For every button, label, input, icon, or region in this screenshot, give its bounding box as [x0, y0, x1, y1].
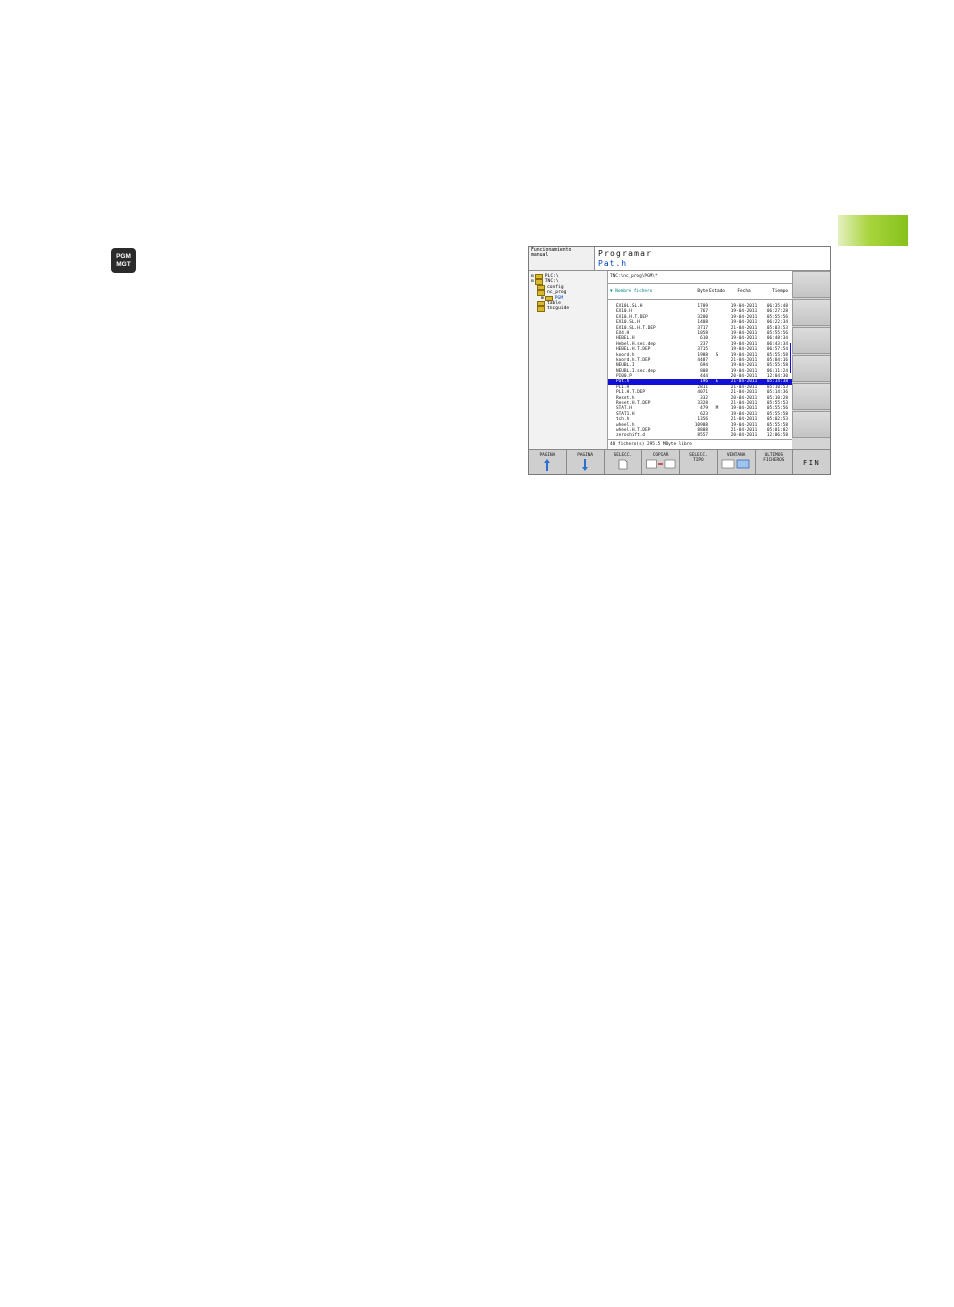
- file-bytes: 8557: [697, 433, 708, 439]
- active-program-file: Pat.h: [598, 259, 628, 268]
- column-bytes-header[interactable]: Byte: [686, 284, 708, 299]
- program-mode-title: Programar: [598, 249, 653, 258]
- softkey-label-2: TIPO: [693, 458, 704, 463]
- directory-tree: ⊟ PLC:\ ⊟ TNC:\ config nc_prog ⊞ PGM table tncgui…: [529, 271, 608, 449]
- softkey-page-up[interactable]: PAGINA: [529, 450, 567, 474]
- softkey-bar: PAGINA PAGINA SELECC. COPIAR SELECC. TIP…: [529, 449, 830, 474]
- program-mode-header: Programar Pat.h: [595, 247, 830, 271]
- side-softkey-3[interactable]: [792, 327, 830, 354]
- vertical-softkeys: [792, 271, 830, 449]
- column-state-header[interactable]: Estado: [708, 284, 726, 299]
- file-row[interactable]: zeroshift.d 8557 20-04-2011 12:06:58: [608, 433, 792, 438]
- status-bar: 48 fichero(s) 295.5 MByte libre: [608, 439, 792, 449]
- softkey-copy[interactable]: COPIAR: [642, 450, 680, 474]
- file-list-header: ▼ Nombre fichero Byte Estado Fecha Tiemp…: [608, 284, 792, 300]
- column-name-header[interactable]: ▼ Nombre fichero: [608, 284, 686, 299]
- arrow-down-icon: [582, 459, 589, 471]
- file-state: [708, 433, 726, 438]
- file-name: zeroshift.d: [616, 433, 646, 439]
- side-softkey-1[interactable]: [792, 271, 830, 298]
- arrow-up-icon: [544, 459, 551, 471]
- chapter-tab: [838, 215, 908, 246]
- file-time: 12:06:58: [766, 433, 788, 439]
- tree-expander[interactable]: ⊟: [531, 279, 534, 284]
- pgm-key-line2: MGT: [116, 260, 131, 268]
- pgm-mgt-key[interactable]: PGM MGT: [111, 248, 136, 273]
- tree-item[interactable]: tncguide: [531, 306, 605, 312]
- softkey-label: PAGINA: [577, 453, 594, 458]
- softkey-select-type[interactable]: SELECC. TIPO: [680, 450, 718, 474]
- softkey-recent-files[interactable]: ULTIMOS FICHEROS: [756, 450, 794, 474]
- file-date: 20-04-2011: [730, 433, 758, 439]
- softkey-label: PAGINA: [539, 453, 556, 458]
- current-path: TNC:\nc_prog\PGM\*: [608, 271, 792, 284]
- scrollbar[interactable]: [790, 343, 791, 373]
- softkey-page-down[interactable]: PAGINA: [567, 450, 605, 474]
- side-softkey-4[interactable]: [792, 355, 830, 382]
- file-list-panel: TNC:\nc_prog\PGM\* ▼ Nombre fichero Byte…: [608, 271, 792, 449]
- softkey-label: FIN: [803, 459, 821, 467]
- mode-line2: manual: [531, 253, 549, 259]
- pgm-key-line1: PGM: [116, 252, 131, 260]
- side-softkey-6[interactable]: [792, 411, 830, 438]
- select-file-icon: [618, 459, 628, 470]
- softkey-label-2: FICHEROS: [763, 458, 785, 463]
- folder-icon: [537, 306, 545, 312]
- softkey-select[interactable]: SELECC.: [605, 450, 643, 474]
- softkey-label: SELECC.: [613, 453, 633, 458]
- tree-item-label: tncguide: [547, 306, 570, 312]
- window-layout-icon: [721, 459, 750, 469]
- softkey-end[interactable]: FIN: [793, 450, 830, 474]
- operating-mode: Funcionamiento manual: [529, 247, 595, 271]
- softkey-label: VENTANA: [726, 453, 746, 458]
- side-softkey-5[interactable]: [792, 383, 830, 410]
- side-softkey-2[interactable]: [792, 299, 830, 326]
- softkey-window[interactable]: VENTANA: [718, 450, 756, 474]
- column-time-header[interactable]: Tiempo: [762, 284, 790, 299]
- column-date-header[interactable]: Fecha: [726, 284, 762, 299]
- softkey-label: COPIAR: [652, 453, 669, 458]
- copy-abc-xyz-icon: [645, 459, 675, 469]
- file-list: EX10L.SL.H 1789 19-04-2011 06:35:48 EX10.H 76…: [608, 300, 792, 439]
- tnc-screen: Funcionamiento manual Programar Pat.h ⊟ P…: [528, 246, 831, 475]
